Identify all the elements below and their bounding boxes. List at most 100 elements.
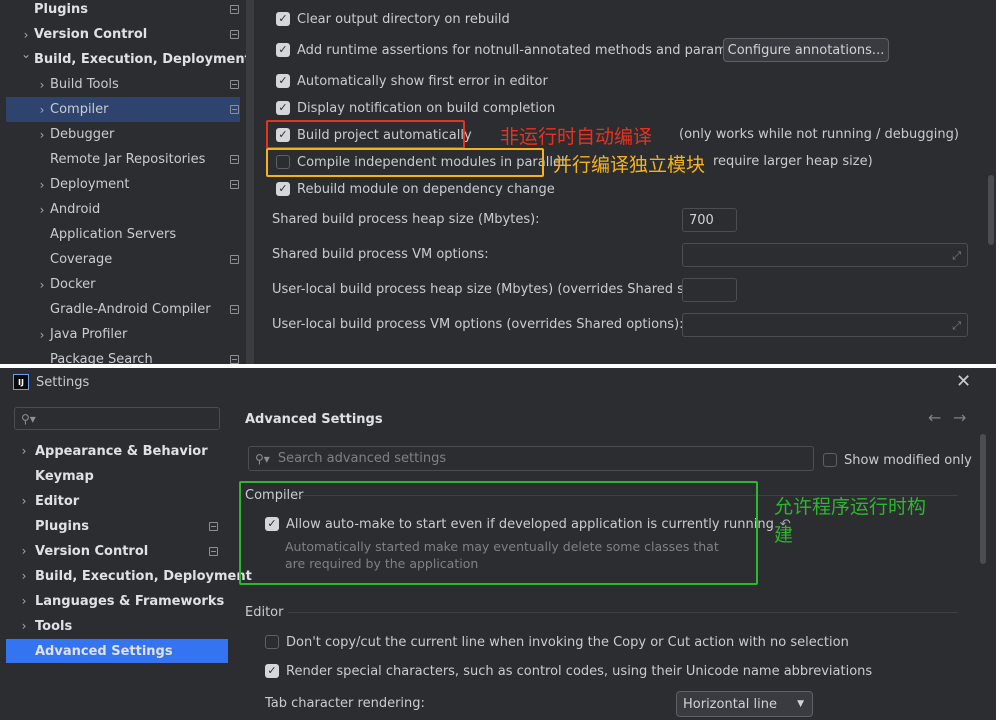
tree-item-label: Appearance & Behavior [35, 443, 208, 459]
chevron-right-icon[interactable]: › [36, 203, 48, 217]
advanced-search-input[interactable]: ⚲▾ Search advanced settings [248, 446, 814, 471]
chevron-right-icon[interactable]: › [18, 444, 30, 458]
tree-item-label: Advanced Settings [35, 643, 173, 659]
chevron-right-icon[interactable]: › [20, 28, 32, 42]
tree-item-deployment[interactable]: › Deployment [6, 172, 240, 197]
runtime-assertions-option[interactable]: ✓ Add runtime assertions for notnull-ann… [276, 39, 760, 61]
parallel-highlight [266, 148, 544, 177]
checkbox-checked[interactable]: ✓ [276, 74, 290, 88]
checkbox-checked[interactable]: ✓ [276, 12, 290, 26]
tree-item-android[interactable]: › Android [6, 197, 240, 222]
chevron-right-icon[interactable]: › [18, 619, 30, 633]
chevron-right-icon[interactable]: › [36, 78, 48, 92]
chevron-right-icon[interactable]: › [36, 178, 48, 192]
expand-icon[interactable]: ⤢ [952, 249, 961, 263]
display-notification-option[interactable]: ✓ Display notification on build completi… [276, 97, 555, 119]
tree-item-build-execution-deployment[interactable]: › Build, Execution, Deployment [6, 564, 252, 588]
user-heap-size-input[interactable] [682, 278, 737, 302]
user-heap-size-label: User-local build process heap size (Mbyt… [272, 281, 712, 297]
section-divider [288, 612, 958, 613]
chevron-right-icon[interactable]: › [18, 494, 30, 508]
tree-item-editor[interactable]: › Editor [6, 489, 228, 513]
tree-item-java-profiler[interactable]: › Java Profiler [6, 322, 240, 347]
tree-item-version-control[interactable]: › Version Control [6, 22, 240, 47]
runtime-assertions-label: Add runtime assertions for notnull-annot… [297, 42, 761, 58]
tree-item-debugger[interactable]: › Debugger [6, 122, 240, 147]
dont-copy-option[interactable]: Don't copy/cut the current line when inv… [265, 631, 849, 653]
checkbox-unchecked[interactable] [823, 453, 837, 467]
render-special-label: Render special characters, such as contr… [286, 663, 873, 679]
search-icon: ⚲▾ [21, 411, 36, 426]
tree-item-advanced-settings[interactable]: Advanced Settings [6, 639, 228, 663]
vm-options-input[interactable]: ⤢ [682, 243, 968, 267]
scrollbar-thumb[interactable] [980, 434, 986, 564]
tree-item-docker[interactable]: › Docker [6, 272, 240, 297]
tree-item-plugins[interactable]: Plugins [6, 0, 240, 22]
title-bar[interactable]: IJ Settings ✕ [0, 368, 996, 398]
tree-item-languages-frameworks[interactable]: › Languages & Frameworks [6, 589, 228, 613]
chevron-right-icon[interactable]: › [18, 544, 30, 558]
tree-item-remote-jar-repositories[interactable]: Remote Jar Repositories [6, 147, 240, 172]
chevron-down-icon: ▼ [797, 699, 804, 709]
chevron-right-icon[interactable]: › [36, 103, 48, 117]
tree-item-label: Version Control [34, 27, 148, 42]
close-icon[interactable]: ✕ [956, 371, 971, 392]
tree-item-gradle-android-compiler[interactable]: Gradle-Android Compiler [6, 297, 240, 322]
search-icon: ⚲▾ [255, 451, 270, 466]
tree-item-label: Package Search [50, 352, 153, 364]
tree-item-label: Application Servers [50, 227, 177, 242]
configure-annotations-button[interactable]: Configure annotations... [723, 38, 889, 62]
checkbox-checked[interactable]: ✓ [276, 182, 290, 196]
settings-search-input[interactable]: ⚲▾ [14, 407, 220, 430]
checkbox-unchecked[interactable] [265, 635, 279, 649]
show-modified-option[interactable]: Show modified only [823, 449, 972, 471]
checkbox-checked[interactable]: ✓ [265, 664, 279, 678]
rebuild-module-option[interactable]: ✓ Rebuild module on dependency change [276, 178, 555, 200]
editor-section-title: Editor [245, 605, 284, 620]
tree-item-version-control[interactable]: › Version Control [6, 539, 228, 563]
tree-splitter[interactable] [246, 0, 254, 364]
tree-item-label: Languages & Frameworks [35, 593, 225, 609]
chevron-right-icon[interactable]: › [36, 128, 48, 142]
clear-output-option[interactable]: ✓ Clear output directory on rebuild [276, 8, 510, 30]
window-title: Settings [36, 375, 90, 390]
chevron-right-icon[interactable]: › [18, 594, 30, 608]
tree-item-label: Version Control [35, 543, 149, 559]
tab-rendering-select[interactable]: Horizontal line ▼ [676, 691, 813, 717]
expand-icon[interactable]: ⤢ [952, 319, 961, 333]
checkbox-checked[interactable]: ✓ [276, 101, 290, 115]
chevron-right-icon[interactable]: › [36, 278, 48, 292]
tree-item-appearance-behavior[interactable]: › Appearance & Behavior [6, 439, 228, 463]
tree-item-application-servers[interactable]: Application Servers [6, 222, 240, 247]
checkbox-checked[interactable]: ✓ [276, 43, 290, 57]
forward-arrow-icon[interactable]: → [953, 408, 966, 427]
tree-item-coverage[interactable]: Coverage [6, 247, 240, 272]
tree-item-build-tools[interactable]: › Build Tools [6, 72, 240, 97]
build-auto-hint: (only works while not running / debuggin… [679, 127, 959, 142]
tree-item-label: Deployment [50, 177, 130, 192]
show-modified-label: Show modified only [844, 452, 972, 468]
heap-size-value: 700 [689, 212, 714, 228]
tree-item-package-search[interactable]: Package Search [6, 347, 240, 364]
tree-item-tools[interactable]: › Tools [6, 614, 228, 638]
tree-item-build-execution-deployment[interactable]: ⌄ Build, Execution, Deployment [6, 47, 251, 72]
tree-item-compiler[interactable]: › Compiler [6, 97, 240, 122]
page-title: Advanced Settings [245, 412, 383, 427]
back-arrow-icon[interactable]: ← [928, 408, 941, 427]
tab-rendering-label: Tab character rendering: [265, 696, 425, 711]
clear-output-label: Clear output directory on rebuild [297, 11, 510, 27]
tree-item-plugins[interactable]: Plugins [6, 514, 228, 538]
chevron-right-icon[interactable]: › [36, 328, 48, 342]
render-special-option[interactable]: ✓ Render special characters, such as con… [265, 660, 872, 682]
user-vm-options-input[interactable]: ⤢ [682, 313, 968, 337]
tree-item-label: Remote Jar Repositories [50, 152, 206, 167]
tree-item-label: Editor [35, 493, 80, 509]
tree-item-label: Build Tools [50, 77, 119, 92]
scrollbar-thumb[interactable] [988, 175, 994, 245]
show-first-error-option[interactable]: ✓ Automatically show first error in edit… [276, 70, 548, 92]
heap-size-input[interactable]: 700 [682, 208, 737, 232]
chevron-right-icon[interactable]: › [18, 569, 30, 583]
tree-item-keymap[interactable]: Keymap [6, 464, 228, 488]
chevron-down-icon[interactable]: ⌄ [20, 47, 32, 61]
modified-indicator-icon [209, 521, 218, 531]
